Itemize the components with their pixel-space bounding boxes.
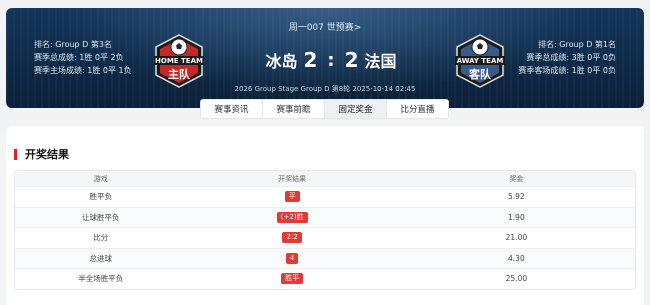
- result-badge: 2:2: [282, 232, 302, 244]
- away-badge-icon: AWAY TEAM 客队: [455, 34, 505, 88]
- result-cell: 胜平: [186, 273, 397, 285]
- home-badge-icon: HOME TEAM 主队: [154, 34, 204, 88]
- table-row: 总进球 4 4.30: [15, 247, 635, 268]
- home-season-record: 赛季总成绩: 1胜 0平 2负: [34, 53, 124, 62]
- table-row: 比分 2:2 21.00: [15, 227, 635, 248]
- result-badge: 4: [285, 252, 299, 264]
- home-team-badge: HOME TEAM 主队: [150, 32, 208, 90]
- header-game: 游戏: [93, 174, 108, 183]
- result-cell: 4: [186, 252, 397, 264]
- home-team-stats: 排名: Group D 第3名 赛季总成绩: 1胜 0平 2负 赛季主场成绩: …: [34, 38, 132, 77]
- prize-cell: 5.92: [508, 192, 525, 202]
- match-title-link[interactable]: 周一007 世预赛>: [6, 20, 644, 33]
- table-row: 胜平负 平 5.92: [15, 186, 635, 207]
- svg-text:HOME TEAM: HOME TEAM: [155, 57, 203, 65]
- away-score: 2: [344, 48, 359, 72]
- result-badge: 胜平: [281, 273, 304, 285]
- tab-live-score[interactable]: 比分直播: [387, 100, 448, 118]
- away-team-badge: AWAY TEAM 客队: [451, 32, 509, 90]
- match-info: 2026 Group Stage Group D 第8轮 2025-10-14 …: [234, 85, 416, 93]
- away-away-record: 赛季客场成绩: 1胜 0平 0负: [518, 66, 616, 75]
- svg-text:主队: 主队: [168, 67, 191, 81]
- prize-cell: 25.00: [505, 274, 528, 284]
- game-cell: 总进球: [89, 253, 112, 263]
- results-title: 开奖结果: [25, 148, 69, 161]
- results-heading: 开奖结果: [14, 146, 69, 162]
- results-table: 游戏 开奖结果 奖金 胜平负 平 5.92 让球胜平负 (+2)胜 1.90 比…: [14, 170, 636, 290]
- results-card: 开奖结果 游戏 开奖结果 奖金 胜平负 平 5.92 让球胜平负 (+2)胜 1…: [6, 126, 644, 305]
- result-badge: (+2)胜: [276, 211, 308, 223]
- away-rank: 排名: Group D 第1名: [538, 40, 616, 49]
- match-tabs: 赛事资讯 赛事前瞻 固定奖金 比分直播: [200, 99, 449, 119]
- scoreline: 冰岛 2 : 2 法国: [246, 46, 416, 74]
- prize-cell: 4.30: [508, 253, 525, 263]
- heading-accent-bar: [14, 148, 17, 160]
- tab-news[interactable]: 赛事资讯: [201, 100, 263, 118]
- tab-fixed-prize[interactable]: 固定奖金: [325, 100, 387, 118]
- score-separator: :: [327, 49, 335, 71]
- result-cell: 2:2: [186, 232, 397, 244]
- table-row: 半全场胜平负 胜平 25.00: [15, 268, 635, 289]
- game-cell: 半全场胜平负: [78, 274, 124, 284]
- svg-text:客队: 客队: [468, 67, 492, 81]
- home-score: 2: [303, 48, 318, 72]
- table-row: 让球胜平负 (+2)胜 1.90: [15, 206, 635, 227]
- away-team-name: 法国: [364, 52, 397, 71]
- header-result: 开奖结果: [278, 174, 307, 183]
- match-hero: 周一007 世预赛> 排名: Group D 第3名 赛季总成绩: 1胜 0平 …: [6, 8, 644, 108]
- header-prize: 奖金: [509, 174, 524, 183]
- result-cell: (+2)胜: [186, 211, 397, 223]
- tab-preview[interactable]: 赛事前瞻: [263, 100, 325, 118]
- prize-cell: 21.00: [505, 233, 528, 243]
- table-header: 游戏 开奖结果 奖金: [15, 171, 635, 186]
- away-season-record: 赛季总成绩: 3胜 0平 0负: [526, 53, 616, 62]
- home-rank: 排名: Group D 第3名: [34, 40, 112, 49]
- page: 周一007 世预赛> 排名: Group D 第3名 赛季总成绩: 1胜 0平 …: [0, 0, 650, 305]
- home-team-name: 冰岛: [265, 52, 298, 71]
- game-cell: 比分: [93, 233, 109, 243]
- away-team-stats: 排名: Group D 第1名 赛季总成绩: 3胜 0平 0负 赛季客场成绩: …: [518, 38, 616, 77]
- game-cell: 让球胜平负: [81, 212, 120, 222]
- home-home-record: 赛季主场成绩: 1胜 0平 1负: [34, 66, 132, 75]
- game-cell: 胜平负: [89, 192, 112, 202]
- result-cell: 平: [186, 191, 397, 203]
- prize-cell: 1.90: [508, 212, 525, 222]
- result-badge: 平: [284, 191, 300, 203]
- svg-text:AWAY TEAM: AWAY TEAM: [457, 57, 504, 65]
